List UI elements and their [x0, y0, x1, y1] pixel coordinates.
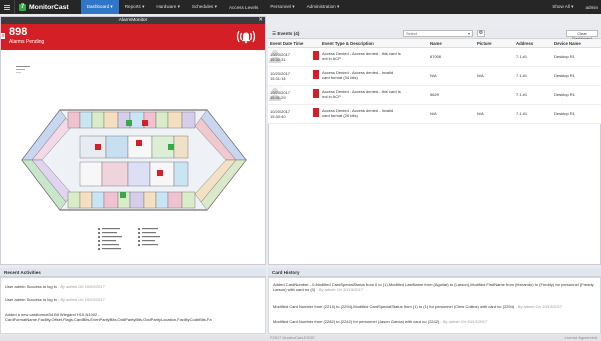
alarm-bell-icon — [236, 30, 256, 44]
nav-administration[interactable]: Administration ▾ — [301, 0, 346, 14]
event-device: Desktop R1 — [554, 54, 575, 59]
events-table-header: Event Date Time Event Type & Description… — [268, 39, 601, 48]
chevron-down-icon: ▾ — [467, 31, 470, 36]
event-address: 7.1.#1 — [516, 92, 528, 97]
event-datetime: 10/20/2017 15:30:40 — [270, 109, 291, 119]
footer: ©2017 MonitorCast-EDGE License Agreement — [0, 335, 601, 341]
alarm-monitor-panel: AlarmMonitor ✕ ≡ 898 Alarms Pending — [0, 16, 266, 265]
event-datetime: 10/20/2017 15:32:31 — [270, 52, 291, 62]
alarm-monitor-title: AlarmMonitor — [118, 18, 148, 23]
event-device: Desktop R1 — [554, 111, 575, 116]
card-history-list[interactable]: Added CardNumber - 0,Modified CardSpecia… — [268, 277, 601, 334]
event-picture: N/A — [477, 111, 484, 116]
alarm-subtitle: Alarms Pending — [9, 39, 45, 45]
alarm-flag-icon — [313, 89, 319, 98]
floor-plan-map[interactable] — [2, 52, 264, 264]
event-datetime: 10/20/2017 15:31:29 — [270, 90, 291, 100]
event-description: Access Denied - Access denied - Invalid … — [322, 108, 394, 118]
event-picture: N/A — [477, 73, 484, 78]
alarm-flag-icon — [313, 51, 319, 60]
event-datetime: 10/20/2017 15:31:14 — [270, 71, 291, 81]
col-name[interactable]: Name — [430, 41, 442, 46]
table-row[interactable]: 10/20/2017 15:31:29 Access Denied - Acce… — [268, 86, 601, 105]
event-description: Access Denied - Access denied - this car… — [322, 89, 401, 99]
alarm-flag-icon — [313, 70, 319, 79]
nav-hardware[interactable]: Hardware ▾ — [150, 0, 186, 14]
alarm-monitor-header: AlarmMonitor ✕ — [1, 17, 265, 24]
recent-activities-list[interactable]: User admin Success to log in - By admin … — [0, 277, 266, 334]
table-row[interactable]: 10/20/2017 15:30:40 Access Denied - Acce… — [268, 105, 601, 124]
col-event-datetime[interactable]: Event Date Time — [270, 41, 303, 46]
table-row[interactable]: 10/20/2017 15:32:31 Access Denied - Acce… — [268, 48, 601, 67]
license-link[interactable]: License Agreement — [564, 335, 597, 341]
list-item: User admin Success to log in - By admin … — [5, 297, 105, 302]
user-menu[interactable]: admin — [579, 0, 601, 14]
list-item: Added a new cardformat34 Bit Wiegand H10… — [5, 312, 212, 323]
event-name: 67006 — [430, 54, 442, 59]
events-toolbar: ☰ Events (4) Select ▾ ⚙ Clear Dashboard — [268, 28, 601, 41]
list-item: Added CardNumber - 0,Modified CardSpecia… — [273, 282, 594, 293]
event-address: 7.1.#1 — [516, 73, 528, 78]
col-picture[interactable]: Picture — [477, 41, 492, 46]
brand-name: MonitorCast — [29, 3, 69, 11]
list-item: Modified Card Number from (2214) to (229… — [273, 304, 563, 309]
event-description: Access Denied - Access denied - Invalid … — [322, 70, 394, 80]
nav-access-levels[interactable]: Access Levels — [223, 0, 264, 14]
alarm-banner[interactable]: ≡ 898 Alarms Pending — [1, 24, 265, 50]
list-item: User admin Success to log in - By admin … — [5, 284, 105, 289]
table-row[interactable]: 10/20/2017 15:31:14 Access Denied - Acce… — [268, 67, 601, 86]
card-history-header: Card History — [268, 268, 601, 277]
collapse-toggle-icon[interactable]: ≡ — [1, 33, 5, 39]
show-all-dropdown[interactable]: Show All ▾ — [546, 0, 579, 14]
event-name: N/A — [430, 111, 437, 116]
nav-schedules[interactable]: Schedules ▾ — [186, 0, 223, 14]
recent-activities-header: Recent Activities — [0, 268, 266, 277]
gear-icon[interactable]: ⚙ — [477, 30, 485, 37]
events-count-label: ☰ Events (4) — [272, 31, 300, 36]
col-event-type[interactable]: Event Type & Description — [322, 41, 374, 46]
event-device: Desktop R1 — [554, 73, 575, 78]
event-name: 5829 — [430, 92, 439, 97]
nav-dashboard[interactable]: Dashboard ▾ — [80, 0, 119, 14]
brand-logo-icon: 7 — [19, 3, 26, 11]
copyright: ©2017 MonitorCast-EDGE — [270, 336, 315, 340]
nav-personnel[interactable]: Personnel ▾ — [264, 0, 300, 14]
close-icon[interactable]: ✕ — [258, 17, 263, 24]
alarm-count: 898 — [9, 26, 28, 38]
alarm-flag-icon — [313, 108, 319, 117]
event-device: Desktop R1 — [554, 92, 575, 97]
event-name: N/A — [430, 73, 437, 78]
menu-button[interactable] — [0, 0, 15, 14]
brand[interactable]: 7 MonitorCast — [15, 0, 73, 14]
nav-reports[interactable]: Reports ▾ — [119, 0, 151, 14]
event-address: 7.1.#1 — [516, 111, 528, 116]
top-nav: 7 MonitorCast Dashboard ▾ Reports ▾ Hard… — [0, 0, 601, 14]
list-item: Modified Card Number from (2282) to (224… — [273, 319, 488, 324]
col-device-name[interactable]: Device Name — [554, 41, 581, 46]
col-address[interactable]: Address — [516, 41, 533, 46]
nav-right: Show All ▾ admin — [546, 0, 601, 14]
event-address: 7.1.#1 — [516, 54, 528, 59]
clear-dashboard-button[interactable]: Clear Dashboard — [566, 30, 598, 41]
event-description: Access Denied - Access denied - this car… — [322, 51, 401, 61]
menu-icon — [4, 4, 10, 10]
event-filter-select[interactable]: Select ▾ — [403, 30, 473, 37]
